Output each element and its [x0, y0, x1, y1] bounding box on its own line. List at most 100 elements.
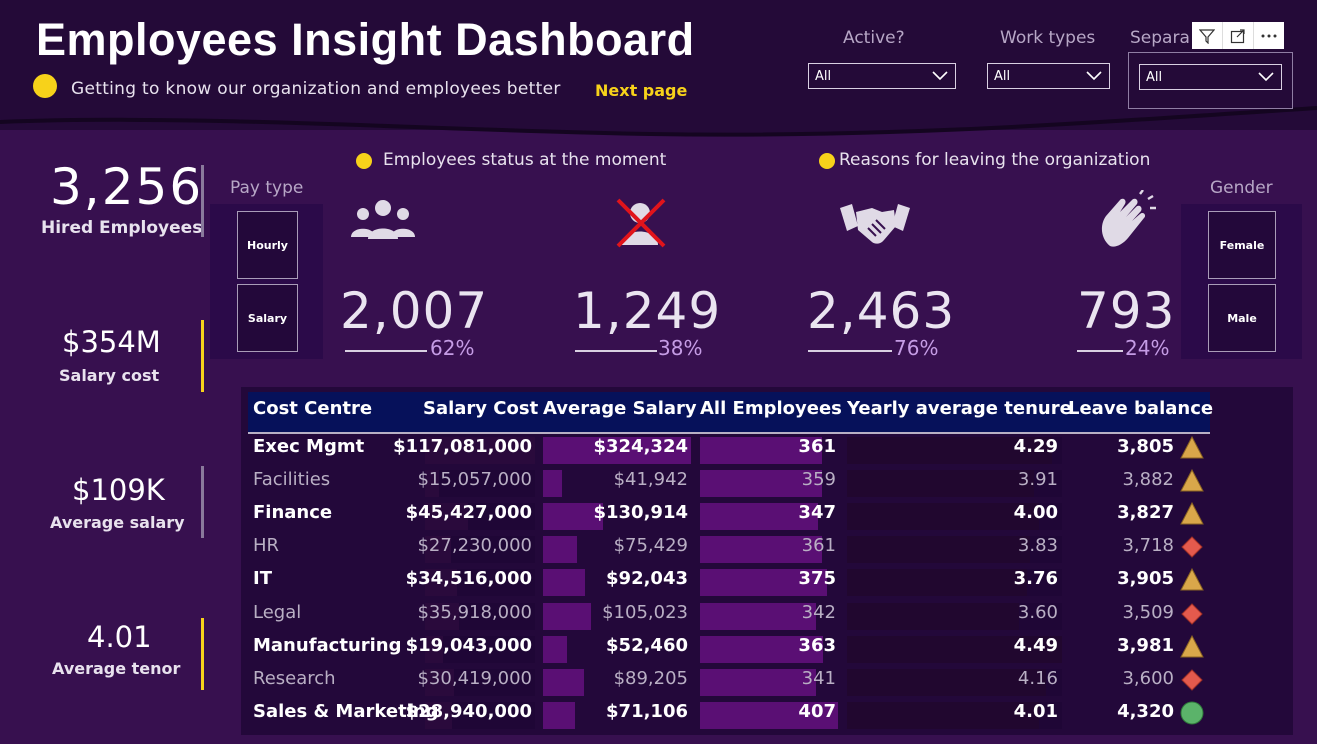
cell-all-employees: 341	[801, 667, 836, 689]
slicer-label-work-types: Work types	[1000, 28, 1096, 48]
cell-leave-balance: 3,882	[1122, 469, 1174, 491]
cell-all-employees: 375	[798, 568, 836, 590]
cell-salary-cost: $27,230,000	[417, 535, 532, 557]
kpi-avg-tenor-label: Average tenor	[52, 659, 181, 678]
cell-cost-centre: HR	[253, 535, 280, 557]
cell-all-employees: 359	[801, 469, 836, 491]
pay-type-salary-tile[interactable]: Salary	[237, 284, 298, 352]
column-header-leave-balance[interactable]: Leave balance	[1068, 398, 1213, 419]
clapping-hands-icon	[1101, 190, 1156, 247]
alert-diamond-icon	[1181, 668, 1203, 691]
cell-leave-balance: 4,320	[1117, 700, 1174, 722]
cell-salary-cost: $117,081,000	[393, 436, 532, 457]
more-options-icon	[1261, 34, 1277, 37]
filter-icon	[1199, 28, 1215, 44]
alert-diamond-icon	[1181, 536, 1203, 559]
column-header-salary-cost[interactable]: Salary Cost	[423, 398, 538, 419]
gender-female-tile[interactable]: Female	[1208, 211, 1276, 279]
column-header-average-salary[interactable]: Average Salary	[543, 398, 697, 419]
active-dropdown-value: All	[815, 69, 832, 84]
cell-leave-balance: 3,905	[1117, 568, 1174, 590]
cell-all-employees: 361	[798, 436, 836, 457]
cell-average-salary: $41,942	[613, 469, 688, 491]
cell-salary-cost: $34,516,000	[405, 568, 532, 590]
reasons-handshake-pct: 76%	[894, 336, 939, 360]
average-salary-bar	[543, 536, 578, 564]
employees-bar	[700, 602, 816, 630]
warning-triangle-icon	[1180, 634, 1204, 658]
group-icon	[351, 200, 415, 239]
tenure-bar	[847, 701, 1039, 729]
pay-type-label: Pay type	[230, 178, 304, 198]
cell-leave-balance: 3,827	[1117, 502, 1174, 524]
average-salary-bar	[543, 569, 585, 597]
chevron-down-icon	[932, 71, 948, 81]
cell-cost-centre: Research	[253, 667, 336, 689]
kpi-divider	[201, 165, 204, 237]
cell-cost-centre: Finance	[253, 502, 333, 524]
employees-bar	[700, 668, 816, 696]
work-types-dropdown[interactable]: All	[987, 63, 1110, 89]
column-header-yearly-tenure[interactable]: Yearly average tenure	[847, 398, 1072, 419]
kpi-hired-label: Hired Employees	[41, 218, 203, 238]
cell-cost-centre: Legal	[253, 601, 302, 623]
separation-dropdown-value: All	[1146, 70, 1163, 85]
cell-cost-centre: Manufacturing	[253, 634, 402, 656]
section-dot	[356, 153, 372, 169]
status-active-value: 2,007	[340, 282, 489, 340]
cell-average-salary: $71,106	[606, 700, 688, 722]
warning-triangle-icon	[1180, 435, 1204, 459]
pct-line	[1077, 350, 1123, 352]
gender-male-tile[interactable]: Male	[1208, 284, 1276, 352]
cell-cost-centre: Exec Mgmt	[253, 436, 365, 457]
cell-average-salary: $130,914	[593, 502, 688, 524]
cell-all-employees: 363	[798, 634, 836, 656]
cell-leave-balance: 3,718	[1122, 535, 1174, 557]
active-dropdown[interactable]: All	[808, 63, 956, 89]
reasons-clap-pct: 24%	[1125, 336, 1170, 360]
page-title: Employees Insight Dashboard	[36, 14, 695, 65]
average-salary-bar	[543, 635, 567, 663]
filter-button[interactable]	[1192, 22, 1223, 49]
cell-average-salary: $105,023	[602, 601, 688, 623]
cell-all-employees: 342	[801, 601, 836, 623]
slicer-label-separation: Separa	[1130, 28, 1190, 48]
cell-all-employees: 361	[801, 535, 836, 557]
cell-tenure: 4.01	[1013, 700, 1058, 722]
cell-tenure: 4.29	[1013, 436, 1058, 457]
cell-average-salary: $324,324	[593, 436, 688, 457]
separation-dropdown[interactable]: All	[1139, 64, 1282, 90]
focus-mode-button[interactable]	[1223, 22, 1254, 49]
cell-leave-balance: 3,981	[1117, 634, 1174, 656]
more-options-button[interactable]	[1254, 22, 1284, 49]
cell-average-salary: $92,043	[606, 568, 688, 590]
kpi-avg-salary-value: $109K	[72, 473, 165, 507]
header-wave	[0, 100, 1317, 137]
crossed-person-icon	[616, 198, 666, 248]
kpi-avg-salary-label: Average salary	[50, 513, 185, 532]
slicer-label-active: Active?	[843, 28, 905, 48]
cell-tenure: 3.91	[1017, 469, 1058, 491]
cell-salary-cost: $35,918,000	[417, 601, 532, 623]
visual-header-toolbar	[1192, 22, 1284, 49]
kpi-avg-tenor-value: 4.01	[87, 620, 152, 654]
column-header-all-employees[interactable]: All Employees	[700, 398, 842, 419]
reasons-section-title: Reasons for leaving the organization	[839, 150, 1151, 170]
next-page-link[interactable]: Next page	[595, 81, 687, 100]
gender-label: Gender	[1210, 178, 1273, 198]
column-header-cost-centre[interactable]: Cost Centre	[253, 398, 372, 419]
cell-leave-balance: 3,509	[1122, 601, 1174, 623]
average-salary-bar	[543, 470, 563, 498]
tenure-bar	[847, 470, 1035, 498]
status-inactive-pct: 38%	[658, 336, 703, 360]
status-inactive-value: 1,249	[573, 282, 722, 340]
cell-tenure: 3.60	[1017, 601, 1058, 623]
kpi-divider	[201, 618, 204, 690]
kpi-salary-cost-label: Salary cost	[59, 366, 160, 385]
tenure-bar	[847, 569, 1028, 597]
pay-type-hourly-tile[interactable]: Hourly	[237, 211, 298, 279]
chevron-down-icon	[1086, 71, 1102, 81]
average-salary-bar	[543, 602, 591, 630]
status-section-title: Employees status at the moment	[383, 150, 667, 170]
cell-leave-balance: 3,805	[1117, 436, 1174, 457]
